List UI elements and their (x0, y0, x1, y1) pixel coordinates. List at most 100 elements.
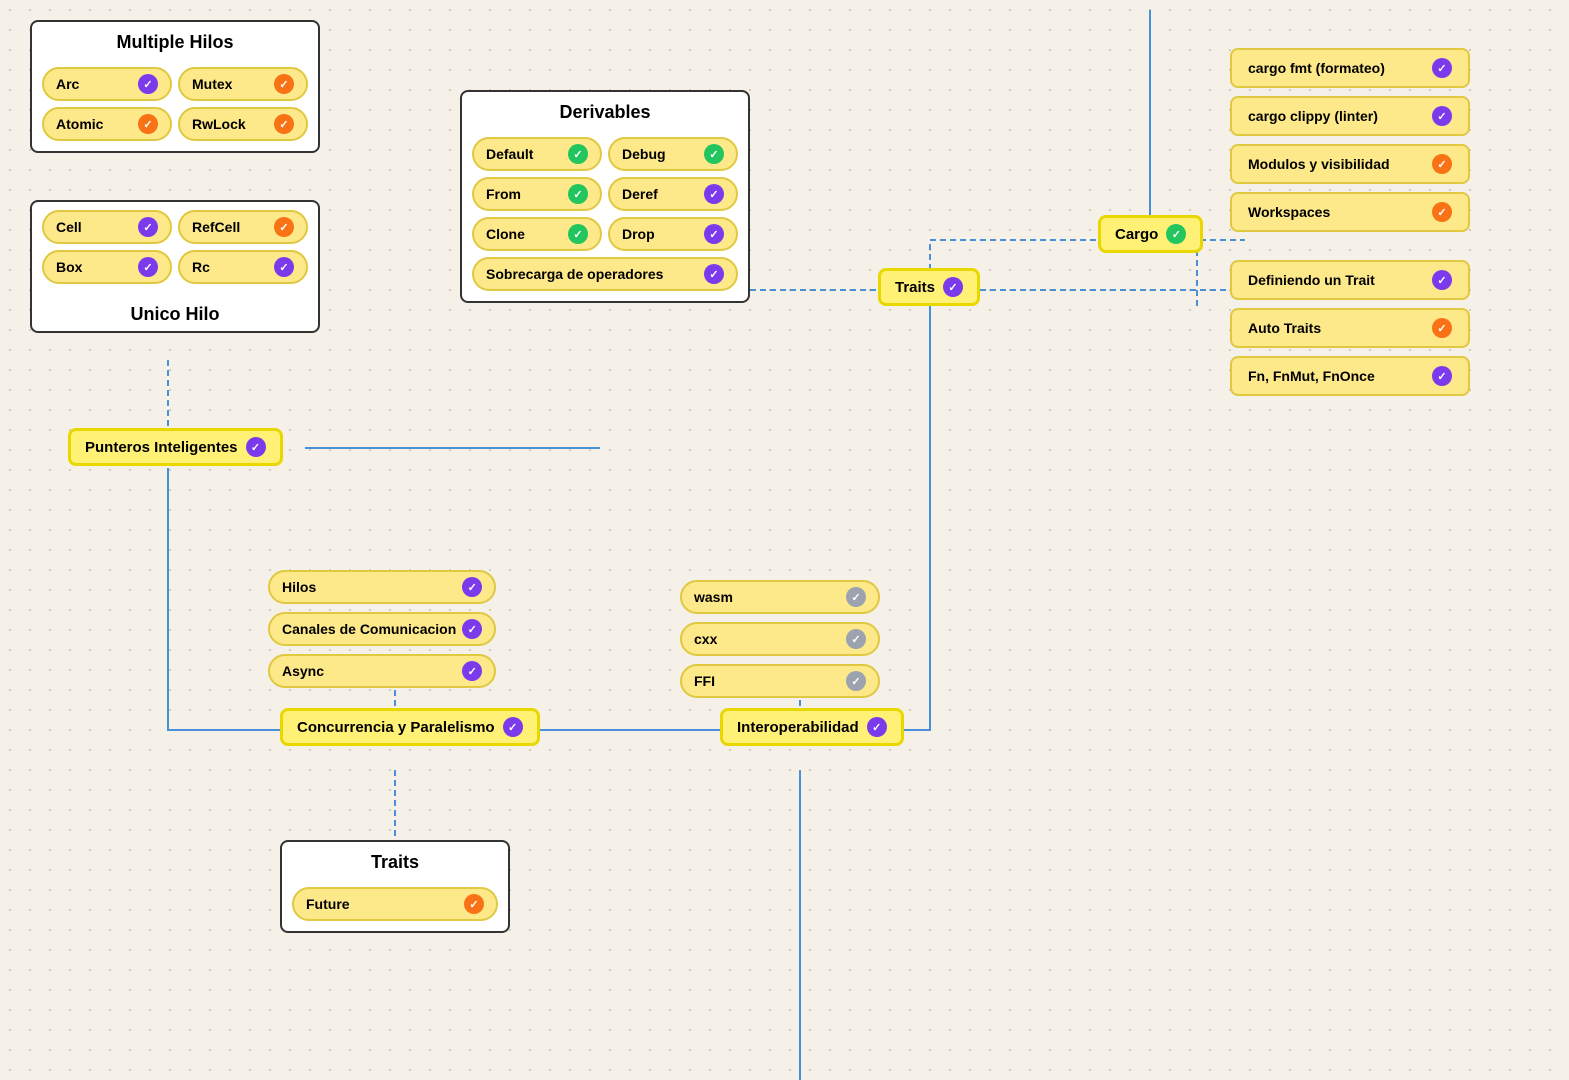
item-label: cxx (694, 631, 717, 647)
list-item[interactable]: Future ✓ (292, 887, 498, 921)
check-icon: ✓ (274, 114, 294, 134)
concurrencia-node[interactable]: Concurrencia y Paralelismo ✓ (280, 708, 540, 746)
multiple-hilos-container: Multiple Hilos Arc ✓ Mutex ✓ Atomic ✓ Rw… (30, 20, 320, 153)
item-label: Debug (622, 146, 666, 162)
check-icon: ✓ (274, 74, 294, 94)
interop-check: ✓ (867, 717, 887, 737)
list-item[interactable]: Debug ✓ (608, 137, 738, 171)
list-item[interactable]: Box ✓ (42, 250, 172, 284)
cargo-items: cargo fmt (formateo) ✓ cargo clippy (lin… (1230, 48, 1470, 232)
interop-items-list: wasm ✓ cxx ✓ FFI ✓ (680, 580, 880, 698)
item-label: Cell (56, 219, 82, 235)
list-item[interactable]: FFI ✓ (680, 664, 880, 698)
list-item[interactable]: Atomic ✓ (42, 107, 172, 141)
check-icon: ✓ (1432, 270, 1452, 290)
item-label: Default (486, 146, 533, 162)
list-item[interactable]: Default ✓ (472, 137, 602, 171)
check-icon: ✓ (1432, 106, 1452, 126)
item-label: Atomic (56, 116, 103, 132)
cargo-check: ✓ (1166, 224, 1186, 244)
list-item[interactable]: From ✓ (472, 177, 602, 211)
item-label: Sobrecarga de operadores (486, 266, 663, 282)
check-icon: ✓ (568, 184, 588, 204)
traits-check: ✓ (943, 277, 963, 297)
check-icon: ✓ (1432, 318, 1452, 338)
check-icon: ✓ (1432, 366, 1452, 386)
list-item[interactable]: wasm ✓ (680, 580, 880, 614)
item-label: From (486, 186, 521, 202)
check-icon: ✓ (462, 577, 482, 597)
cargo-node[interactable]: Cargo ✓ (1098, 215, 1203, 253)
check-icon: ✓ (1432, 202, 1452, 222)
list-item[interactable]: Fn, FnMut, FnOnce ✓ (1230, 356, 1470, 396)
list-item[interactable]: RwLock ✓ (178, 107, 308, 141)
item-label: Future (306, 896, 350, 912)
check-icon: ✓ (274, 217, 294, 237)
check-icon: ✓ (846, 629, 866, 649)
check-icon: ✓ (462, 619, 482, 639)
punteros-label: Punteros Inteligentes (85, 439, 238, 456)
list-item[interactable]: Clone ✓ (472, 217, 602, 251)
list-item[interactable]: Deref ✓ (608, 177, 738, 211)
item-label: Hilos (282, 579, 316, 595)
check-icon: ✓ (704, 144, 724, 164)
check-icon: ✓ (704, 224, 724, 244)
item-label: Rc (192, 259, 210, 275)
item-label: wasm (694, 589, 733, 605)
traits-node[interactable]: Traits ✓ (878, 268, 980, 306)
derivables-items: Default ✓ Debug ✓ From ✓ Deref ✓ Clone ✓… (462, 129, 748, 301)
check-icon: ✓ (138, 217, 158, 237)
derivables-title: Derivables (462, 92, 748, 129)
list-item[interactable]: Sobrecarga de operadores ✓ (472, 257, 738, 291)
unico-hilo-title: Unico Hilo (32, 294, 318, 331)
list-item[interactable]: Drop ✓ (608, 217, 738, 251)
item-label: FFI (694, 673, 715, 689)
list-item[interactable]: cxx ✓ (680, 622, 880, 656)
concurrencia-check: ✓ (503, 717, 523, 737)
item-label: Fn, FnMut, FnOnce (1248, 368, 1375, 384)
check-icon: ✓ (568, 144, 588, 164)
check-icon: ✓ (462, 661, 482, 681)
traits-label: Traits (895, 279, 935, 296)
list-item[interactable]: cargo fmt (formateo) ✓ (1230, 48, 1470, 88)
list-item[interactable]: RefCell ✓ (178, 210, 308, 244)
item-label: RwLock (192, 116, 246, 132)
multiple-hilos-items: Arc ✓ Mutex ✓ Atomic ✓ RwLock ✓ (32, 59, 318, 151)
list-item[interactable]: Workspaces ✓ (1230, 192, 1470, 232)
item-label: RefCell (192, 219, 240, 235)
list-item[interactable]: Hilos ✓ (268, 570, 496, 604)
list-item[interactable]: Mutex ✓ (178, 67, 308, 101)
item-label: Auto Traits (1248, 320, 1321, 336)
item-label: Workspaces (1248, 204, 1330, 220)
check-icon: ✓ (1432, 58, 1452, 78)
list-item[interactable]: Modulos y visibilidad ✓ (1230, 144, 1470, 184)
check-icon: ✓ (846, 671, 866, 691)
list-item[interactable]: cargo clippy (linter) ✓ (1230, 96, 1470, 136)
punteros-check: ✓ (246, 437, 266, 457)
interoperabilidad-node[interactable]: Interoperabilidad ✓ (720, 708, 904, 746)
item-label: Mutex (192, 76, 232, 92)
unico-hilo-container: Cell ✓ RefCell ✓ Box ✓ Rc ✓ Unico Hilo (30, 200, 320, 333)
check-icon: ✓ (846, 587, 866, 607)
check-icon: ✓ (274, 257, 294, 277)
item-label: cargo clippy (linter) (1248, 108, 1378, 124)
check-icon: ✓ (568, 224, 588, 244)
concurrencia-items-list: Hilos ✓ Canales de Comunicacion ✓ Async … (268, 570, 496, 688)
list-item[interactable]: Definiendo un Trait ✓ (1230, 260, 1470, 300)
list-item[interactable]: Cell ✓ (42, 210, 172, 244)
traits-items: Definiendo un Trait ✓ Auto Traits ✓ Fn, … (1230, 260, 1470, 396)
item-label: Deref (622, 186, 658, 202)
punteros-inteligentes-node[interactable]: Punteros Inteligentes ✓ (68, 428, 283, 466)
list-item[interactable]: Arc ✓ (42, 67, 172, 101)
check-icon: ✓ (1432, 154, 1452, 174)
concurrencia-label: Concurrencia y Paralelismo (297, 719, 495, 736)
unico-hilo-items: Cell ✓ RefCell ✓ Box ✓ Rc ✓ (32, 202, 318, 294)
list-item[interactable]: Canales de Comunicacion ✓ (268, 612, 496, 646)
list-item[interactable]: Rc ✓ (178, 250, 308, 284)
item-label: Box (56, 259, 82, 275)
item-label: Drop (622, 226, 655, 242)
list-item[interactable]: Auto Traits ✓ (1230, 308, 1470, 348)
list-item[interactable]: Async ✓ (268, 654, 496, 688)
cargo-label: Cargo (1115, 226, 1158, 243)
check-icon: ✓ (138, 257, 158, 277)
